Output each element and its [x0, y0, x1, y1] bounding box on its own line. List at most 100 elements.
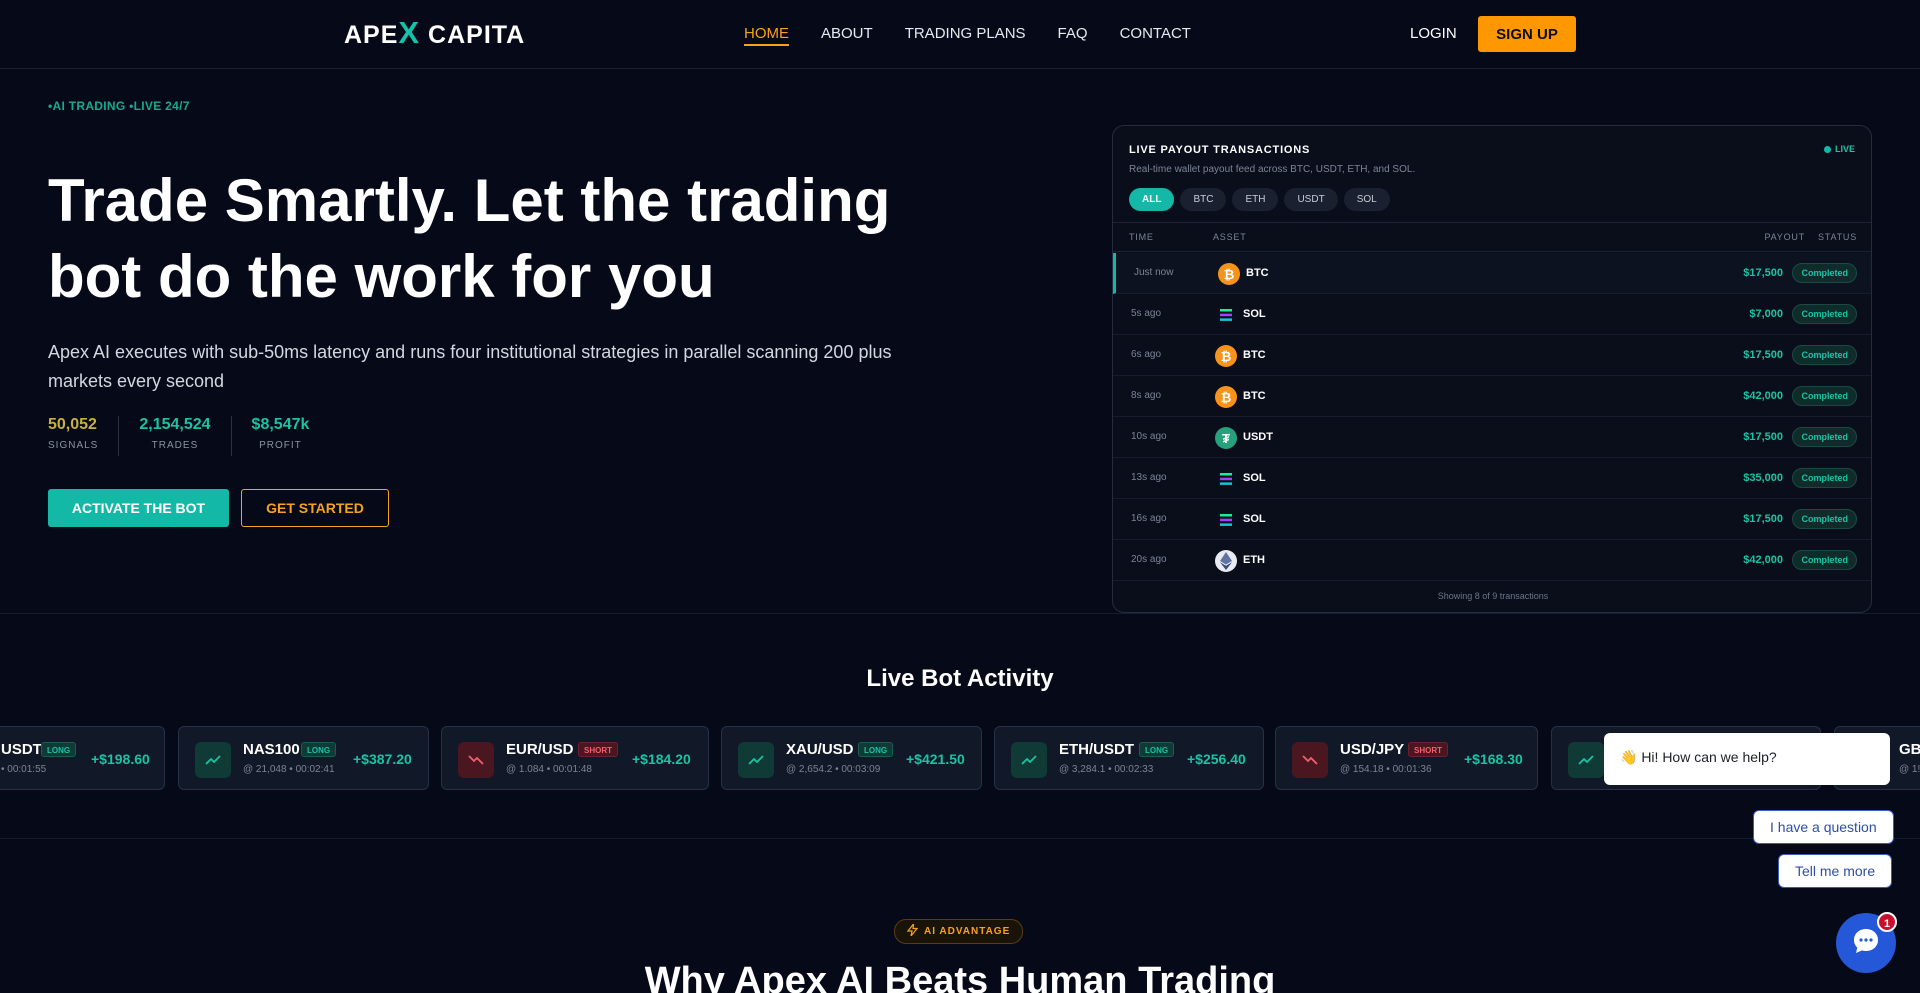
row-payout: $35,000 — [1743, 472, 1783, 484]
trade-direction-badge: LONG — [1139, 742, 1175, 757]
sol-coin-icon — [1215, 509, 1237, 531]
trade-card: USD/JPY SHORT @ 154.18 • 00:01:36 +$168.30 — [1275, 726, 1538, 790]
nav-faq[interactable]: FAQ — [1058, 25, 1088, 46]
stat-value: 2,154,524 — [139, 416, 211, 433]
col-asset: ASSET — [1213, 232, 1247, 242]
table-row: Just now ₿ BTC $17,500 Completed — [1113, 253, 1871, 294]
eth-coin-icon — [1215, 550, 1237, 572]
nav-about[interactable]: ABOUT — [821, 25, 873, 46]
status-badge: Completed — [1792, 263, 1857, 283]
status-badge: Completed — [1792, 304, 1857, 324]
trade-pair: ETH/USDT — [1059, 741, 1134, 758]
filter-sol[interactable]: SOL — [1343, 188, 1390, 211]
brand-logo[interactable]: APEX CAPITA — [344, 15, 525, 51]
row-time: 8s ago — [1131, 390, 1162, 401]
filter-eth[interactable]: ETH — [1232, 188, 1279, 211]
live-dot-icon — [1823, 145, 1831, 153]
login-link[interactable]: LOGIN — [1410, 25, 1457, 42]
trade-pair: USD/JPY — [1340, 741, 1405, 758]
table-row: 5s ago SOL $7,000 Completed — [1113, 294, 1871, 335]
chat-option-question[interactable]: I have a question — [1753, 810, 1894, 844]
nav-home[interactable]: HOME — [744, 25, 789, 46]
ai-advantage-badge: AI ADVANTAGE — [894, 919, 1024, 944]
row-time: 5s ago — [1131, 308, 1162, 319]
bolt-icon — [906, 921, 919, 939]
row-payout: $17,500 — [1743, 349, 1783, 361]
row-payout: $17,500 — [1743, 513, 1783, 525]
stat-value: $8,547k — [251, 416, 310, 433]
hero-title: Trade Smartly. Let the trading bot do th… — [48, 167, 891, 310]
status-badge: Completed — [1792, 468, 1857, 488]
activate-bot-button[interactable]: ACTIVATE THE BOT — [48, 489, 229, 527]
row-time: 10s ago — [1131, 431, 1167, 442]
trade-card: EUR/USD SHORT @ 1.084 • 00:01:48 +$184.20 — [441, 726, 709, 790]
logo-x: X — [398, 15, 421, 50]
trade-pair: NAS100 — [243, 741, 300, 758]
table-row: 8s ago ₿ BTC $42,000 Completed — [1113, 376, 1871, 417]
trade-direction-badge: LONG — [301, 742, 337, 757]
row-time: 16s ago — [1131, 513, 1167, 524]
row-time: 20s ago — [1131, 554, 1167, 565]
section-divider — [0, 613, 1920, 614]
stat-profit: $8,547k PROFIT — [252, 416, 330, 456]
table-row: 10s ago ₮ USDT $17,500 Completed — [1113, 417, 1871, 458]
table-row: 13s ago SOL $35,000 Completed — [1113, 458, 1871, 499]
logo-pre: APE — [344, 21, 399, 49]
trade-pnl: +$168.30 — [1464, 751, 1523, 767]
trade-meta: @ 21,048 • 00:02:41 — [243, 764, 335, 775]
trade-pair: GBI — [1899, 741, 1920, 758]
trade-meta: @ 3,284.1 • 00:02:33 — [1059, 764, 1154, 775]
trade-meta: • 00:01:55 — [1, 764, 47, 775]
nav-links: HOME ABOUT TRADING PLANS FAQ CONTACT — [744, 25, 1191, 46]
status-badge: Completed — [1792, 427, 1857, 447]
nav-trading-plans[interactable]: TRADING PLANS — [905, 25, 1026, 46]
filter-btc[interactable]: BTC — [1180, 188, 1227, 211]
status-badge: Completed — [1792, 509, 1857, 529]
row-time: 6s ago — [1131, 349, 1162, 360]
stat-signals: 50,052 SIGNALS — [48, 416, 120, 456]
row-payout: $42,000 — [1743, 390, 1783, 402]
trade-pnl: +$256.40 — [1187, 751, 1246, 767]
sol-coin-icon — [1215, 304, 1237, 326]
trade-direction-badge: LONG — [858, 742, 894, 757]
col-payout: PAYOUT — [1764, 232, 1805, 242]
trend-up-icon — [195, 742, 231, 778]
trade-card: NAS100 LONG @ 21,048 • 00:02:41 +$387.20 — [178, 726, 429, 790]
col-status: STATUS — [1818, 232, 1857, 242]
section-divider — [0, 838, 1920, 839]
table-header: TIME ASSET PAYOUT STATUS — [1113, 222, 1871, 252]
trade-meta: @ 154.18 • 00:01:36 — [1340, 764, 1432, 775]
panel-subtitle: Real-time wallet payout feed across BTC,… — [1129, 164, 1416, 175]
activity-title: Live Bot Activity — [866, 665, 1054, 692]
row-payout: $7,000 — [1749, 308, 1783, 320]
signup-button[interactable]: SIGN UP — [1478, 16, 1576, 52]
table-row: 16s ago SOL $17,500 Completed — [1113, 499, 1871, 540]
filter-all[interactable]: ALL — [1129, 188, 1175, 211]
col-time: TIME — [1129, 232, 1154, 242]
nav-contact[interactable]: CONTACT — [1120, 25, 1191, 46]
table-row: 20s ago ETH $42,000 Completed — [1113, 540, 1871, 581]
chat-icon — [1851, 926, 1881, 961]
panel-footer: Showing 8 of 9 transactions — [1437, 591, 1549, 601]
row-asset: BTC — [1243, 390, 1266, 402]
get-started-button[interactable]: GET STARTED — [241, 489, 389, 527]
trend-up-icon — [1011, 742, 1047, 778]
row-asset: ETH — [1243, 554, 1265, 566]
trade-card: ETH/USDT LONG @ 3,284.1 • 00:02:33 +$256.40 — [994, 726, 1264, 790]
filter-usdt[interactable]: USDT — [1284, 188, 1338, 211]
chat-option-more[interactable]: Tell me more — [1778, 854, 1893, 888]
row-asset: SOL — [1243, 513, 1266, 525]
trend-down-icon — [1292, 742, 1328, 778]
btc-coin-icon: ₿ — [1215, 386, 1237, 408]
chat-greeting[interactable]: 👋 Hi! How can we help? — [1604, 733, 1890, 785]
trade-pair: USDT — [1, 741, 42, 758]
trade-pnl: +$198.60 — [91, 751, 150, 767]
status-badge: Completed — [1792, 345, 1857, 365]
logo-post: CAPITA — [420, 21, 526, 49]
hero-stats: 50,052 SIGNALS 2,154,524 TRADES $8,547k … — [48, 416, 349, 456]
stat-label: SIGNALS — [48, 440, 99, 451]
row-asset: BTC — [1246, 267, 1269, 279]
btc-coin-icon: ₿ — [1215, 345, 1237, 367]
trade-direction-badge: SHORT — [578, 742, 618, 757]
top-nav: APEX CAPITA HOME ABOUT TRADING PLANS FAQ… — [0, 0, 1920, 69]
